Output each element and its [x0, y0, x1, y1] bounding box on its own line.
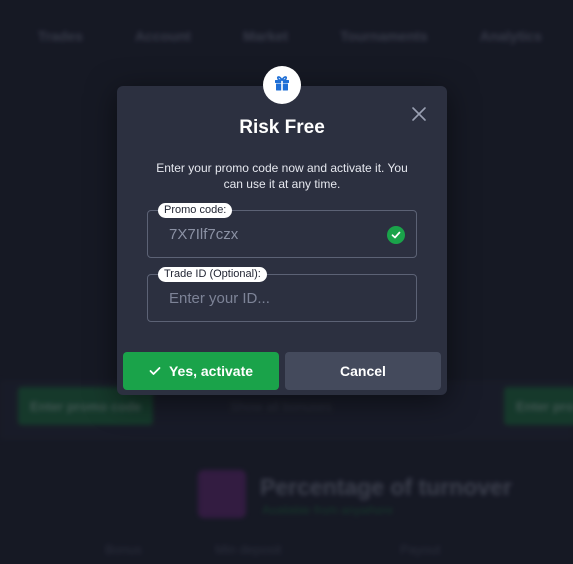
gift-icon: [273, 74, 291, 97]
gift-badge: [263, 66, 301, 104]
activate-button[interactable]: Yes, activate: [123, 352, 279, 390]
cancel-button[interactable]: Cancel: [285, 352, 441, 390]
check-icon: [149, 363, 161, 379]
trade-id-field[interactable]: Trade ID (Optional):: [147, 267, 417, 322]
trade-id-label: Trade ID (Optional):: [158, 267, 267, 282]
modal-description: Enter your promo code now and activate i…: [156, 161, 408, 191]
promo-code-label: Promo code:: [158, 203, 233, 218]
check-circle-icon: [387, 226, 405, 244]
promo-modal: Risk Free Enter your promo code now and …: [117, 66, 447, 395]
promo-code-field[interactable]: Promo code:: [147, 203, 417, 258]
activate-button-label: Yes, activate: [168, 363, 254, 379]
modal-title: Risk Free: [239, 117, 325, 138]
cancel-button-label: Cancel: [340, 363, 386, 379]
